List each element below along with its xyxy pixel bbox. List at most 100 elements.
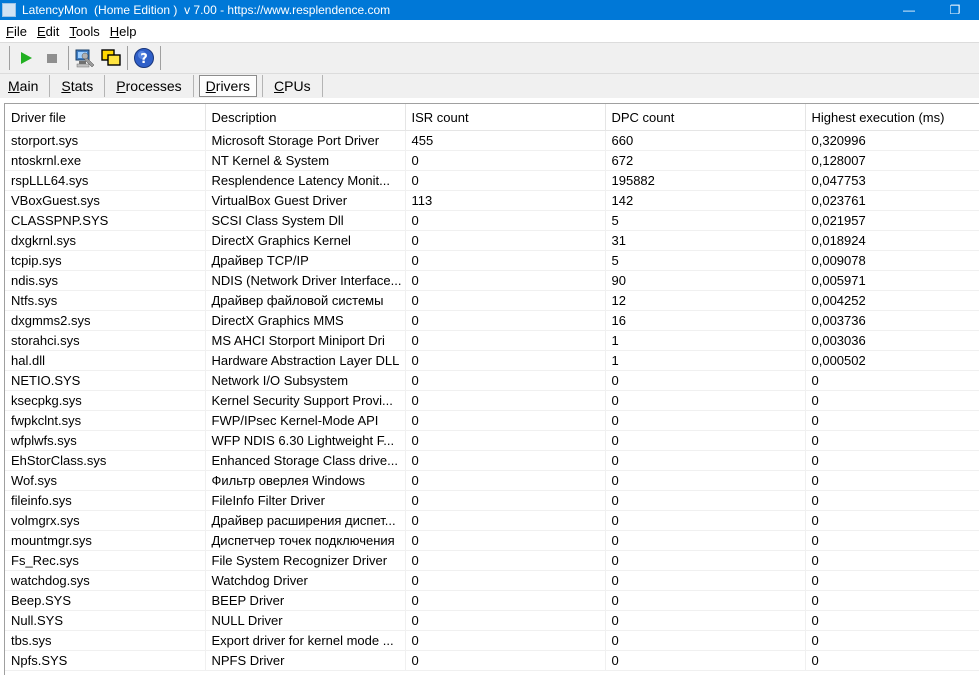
table-row[interactable]: ksecpkg.sys Kernel Security Support Provi… bbox=[5, 390, 979, 411]
column-header-dpc-count[interactable]: DPC count bbox=[605, 104, 806, 131]
table-row[interactable]: VBoxGuest.sys VirtualBox Guest Driver 113 1… bbox=[5, 190, 979, 211]
table-row[interactable]: storahci.sys MS AHCI Storport Miniport Dr… bbox=[5, 330, 979, 351]
cell-highest-execution: 0,021957 bbox=[805, 210, 979, 231]
table-row[interactable]: wfplwfs.sys WFP NDIS 6.30 Lightweight F..… bbox=[5, 430, 979, 451]
table-row[interactable]: rspLLL64.sys Resplendence Latency Monit..… bbox=[5, 170, 979, 191]
cell-highest-execution: 0 bbox=[805, 650, 979, 671]
cell-isr-count: 0 bbox=[405, 550, 606, 571]
cell-isr-count: 0 bbox=[405, 410, 606, 431]
cell-description: NT Kernel & System bbox=[205, 150, 406, 171]
cell-isr-count: 0 bbox=[405, 150, 606, 171]
cell-description: Export driver for kernel mode ... bbox=[205, 630, 406, 651]
table-row[interactable]: NETIO.SYS Network I/O Subsystem 0 0 0 bbox=[5, 370, 979, 391]
cell-driver-file: Ntfs.sys bbox=[5, 290, 206, 311]
cell-highest-execution: 0 bbox=[805, 530, 979, 551]
cell-description: File System Recognizer Driver bbox=[205, 550, 406, 571]
cell-isr-count: 0 bbox=[405, 610, 606, 631]
cell-description: WFP NDIS 6.30 Lightweight F... bbox=[205, 430, 406, 451]
tab-separator bbox=[192, 75, 194, 97]
cell-highest-execution: 0,004252 bbox=[805, 290, 979, 311]
cell-driver-file: dxgkrnl.sys bbox=[5, 230, 206, 251]
column-header-driver-file[interactable]: Driver file bbox=[5, 104, 206, 131]
cell-driver-file: Beep.SYS bbox=[5, 590, 206, 611]
cell-highest-execution: 0 bbox=[805, 470, 979, 491]
tab-stats[interactable]: Stats bbox=[55, 75, 99, 97]
table-row[interactable]: Ntfs.sys Драйвер файловой системы 0 12 0,004… bbox=[5, 290, 979, 311]
cell-highest-execution: 0 bbox=[805, 590, 979, 611]
stop-icon bbox=[47, 54, 57, 63]
table-row[interactable]: Null.SYS NULL Driver 0 0 0 bbox=[5, 610, 979, 631]
table-row[interactable]: hal.dll Hardware Abstraction Layer DLL 0 1 0… bbox=[5, 350, 979, 371]
menu-tools[interactable]: Tools bbox=[69, 24, 99, 39]
menu-file[interactable]: File bbox=[6, 24, 27, 39]
cell-description: DirectX Graphics MMS bbox=[205, 310, 406, 331]
cell-isr-count: 0 bbox=[405, 530, 606, 551]
tab-main[interactable]: Main bbox=[2, 75, 44, 97]
table-row[interactable]: Wof.sys Фильтр оверлея Windows 0 0 0 bbox=[5, 470, 979, 491]
table-row[interactable]: mountmgr.sys Диспетчер точек подключения 0… bbox=[5, 530, 979, 551]
cell-driver-file: mountmgr.sys bbox=[5, 530, 206, 551]
cell-highest-execution: 0 bbox=[805, 390, 979, 411]
menu-edit[interactable]: Edit bbox=[37, 24, 59, 39]
restore-button[interactable]: ❐ bbox=[932, 0, 978, 20]
cell-dpc-count: 31 bbox=[605, 230, 806, 251]
stop-button[interactable] bbox=[39, 45, 65, 71]
cell-driver-file: tcpip.sys bbox=[5, 250, 206, 271]
table-row[interactable]: fwpkclnt.sys FWP/IPsec Kernel-Mode API 0 0 0 bbox=[5, 410, 979, 431]
cell-driver-file: Null.SYS bbox=[5, 610, 206, 631]
cell-dpc-count: 0 bbox=[605, 490, 806, 511]
table-row[interactable]: watchdog.sys Watchdog Driver 0 0 0 bbox=[5, 570, 979, 591]
toolbar-separator bbox=[127, 46, 128, 70]
cell-isr-count: 0 bbox=[405, 270, 606, 291]
cell-dpc-count: 16 bbox=[605, 310, 806, 331]
cell-description: Watchdog Driver bbox=[205, 570, 406, 591]
tab-processes[interactable]: Processes bbox=[110, 75, 187, 97]
menu-help[interactable]: Help bbox=[110, 24, 137, 39]
column-header-highest-execution[interactable]: Highest execution (ms) bbox=[805, 104, 979, 131]
cell-highest-execution: 0 bbox=[805, 490, 979, 511]
cell-description: VirtualBox Guest Driver bbox=[205, 190, 406, 211]
window-title: LatencyMon (Home Edition ) v 7.00 - http… bbox=[22, 3, 391, 17]
cell-driver-file: ksecpkg.sys bbox=[5, 390, 206, 411]
cell-driver-file: storahci.sys bbox=[5, 330, 206, 351]
tab-cpus[interactable]: C PUs bbox=[268, 75, 317, 97]
cell-dpc-count: 5 bbox=[605, 250, 806, 271]
column-header-isr-count[interactable]: ISR count bbox=[405, 104, 606, 131]
table-row[interactable]: CLASSPNP.SYS SCSI Class System Dll 0 5 0,021… bbox=[5, 210, 979, 231]
table-row[interactable]: Beep.SYS BEEP Driver 0 0 0 bbox=[5, 590, 979, 611]
table-row[interactable]: storport.sys Microsoft Storage Port Drive… bbox=[5, 130, 979, 151]
column-header-description[interactable]: Description bbox=[205, 104, 406, 131]
cell-isr-count: 0 bbox=[405, 390, 606, 411]
table-row[interactable]: ntoskrnl.exe NT Kernel & System 0 672 0,1280… bbox=[5, 150, 979, 171]
table-row[interactable]: Fs_Rec.sys File System Recognizer Driver 0… bbox=[5, 550, 979, 571]
drivers-table: Driver file Description ISR count DPC co… bbox=[5, 104, 979, 671]
table-row[interactable]: volmgrx.sys Драйвер расширения диспет... 0… bbox=[5, 510, 979, 531]
table-row[interactable]: EhStorClass.sys Enhanced Storage Class dr… bbox=[5, 450, 979, 471]
help-button[interactable]: ? bbox=[131, 45, 157, 71]
cell-dpc-count: 0 bbox=[605, 530, 806, 551]
table-row[interactable]: dxgmms2.sys DirectX Graphics MMS 0 16 0,0037… bbox=[5, 310, 979, 331]
table-row[interactable]: tbs.sys Export driver for kernel mode ...… bbox=[5, 630, 979, 651]
table-row[interactable]: tcpip.sys Драйвер TCP/IP 0 5 0,009078 bbox=[5, 250, 979, 271]
computer-tools-button[interactable] bbox=[72, 45, 98, 71]
cell-driver-file: NETIO.SYS bbox=[5, 370, 206, 391]
cell-highest-execution: 0 bbox=[805, 510, 979, 531]
cell-dpc-count: 0 bbox=[605, 510, 806, 531]
toolbar-separator bbox=[160, 46, 161, 70]
cell-description: SCSI Class System Dll bbox=[205, 210, 406, 231]
cell-dpc-count: 0 bbox=[605, 370, 806, 391]
table-row[interactable]: Npfs.SYS NPFS Driver 0 0 0 bbox=[5, 650, 979, 671]
cell-description: Microsoft Storage Port Driver bbox=[205, 130, 406, 151]
start-button[interactable] bbox=[13, 45, 39, 71]
table-row[interactable]: ndis.sys NDIS (Network Driver Interface..… bbox=[5, 270, 979, 291]
menu-bar: File Edit Tools Help bbox=[0, 20, 979, 42]
windows-button[interactable] bbox=[98, 45, 124, 71]
tab-drivers[interactable]: Drivers bbox=[198, 75, 258, 97]
table-row[interactable]: fileinfo.sys FileInfo Filter Driver 0 0 0 bbox=[5, 490, 979, 511]
cell-highest-execution: 0,003036 bbox=[805, 330, 979, 351]
table-row[interactable]: dxgkrnl.sys DirectX Graphics Kernel 0 31 0,0… bbox=[5, 230, 979, 251]
minimize-button[interactable]: — bbox=[886, 0, 932, 20]
svg-text:?: ? bbox=[140, 52, 148, 67]
cell-dpc-count: 142 bbox=[605, 190, 806, 211]
cell-highest-execution: 0,003736 bbox=[805, 310, 979, 331]
